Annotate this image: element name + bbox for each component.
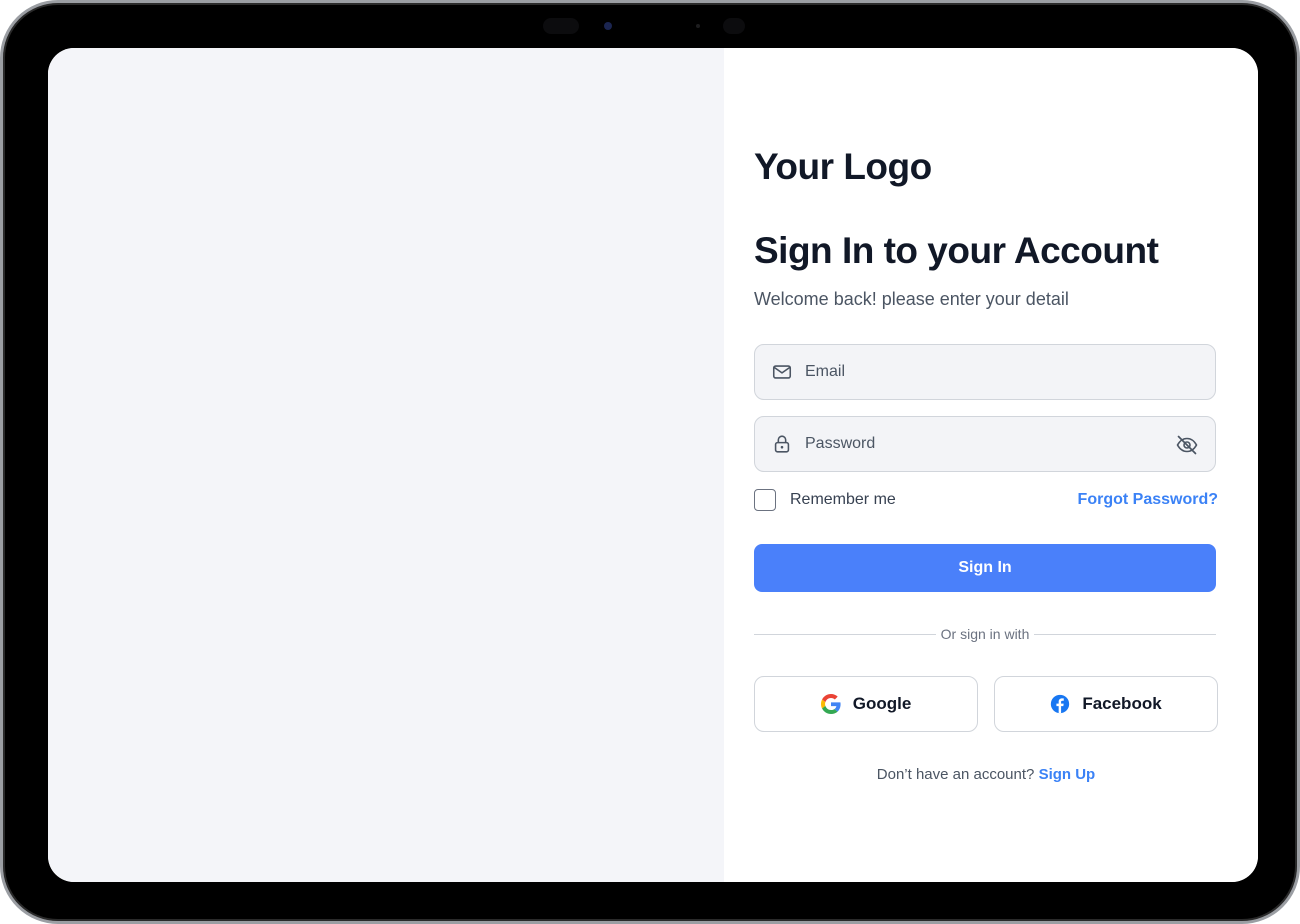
signup-prompt: Don’t have an account? Sign Up: [754, 766, 1218, 783]
sensor-dot: [696, 24, 700, 28]
divider-line: [754, 633, 936, 635]
divider: Or sign in with: [754, 625, 1217, 643]
signin-panel: Your Logo Sign In to your Account Welcom…: [724, 48, 1258, 882]
page-title: Sign In to your Account: [754, 230, 1159, 271]
email-input[interactable]: [805, 345, 1155, 399]
remember-me[interactable]: Remember me: [754, 487, 896, 513]
sensor-pill: [723, 18, 745, 34]
tablet-frame: Your Logo Sign In to your Account Welcom…: [0, 0, 1300, 924]
google-label: Google: [852, 694, 912, 713]
lock-icon: [774, 435, 790, 453]
divider-line: [1034, 633, 1217, 635]
facebook-button[interactable]: Facebook: [994, 676, 1218, 732]
front-camera: [604, 22, 612, 30]
password-field[interactable]: [754, 416, 1216, 472]
signup-text: Don’t have an account?: [876, 766, 1035, 783]
facebook-icon: [1051, 694, 1070, 714]
email-field[interactable]: [754, 344, 1216, 400]
sign-up-link[interactable]: Sign Up: [1039, 766, 1096, 783]
remember-checkbox[interactable]: [754, 489, 776, 511]
left-panel: [48, 48, 724, 882]
page-subtitle: Welcome back! please enter your detail: [754, 289, 1069, 309]
camera-bar: [3, 15, 1297, 37]
sensor-pill: [543, 18, 579, 34]
google-button[interactable]: Google: [754, 676, 978, 732]
screen: Your Logo Sign In to your Account Welcom…: [48, 48, 1258, 882]
facebook-label: Facebook: [1082, 694, 1162, 713]
sign-in-button[interactable]: Sign In: [754, 544, 1216, 592]
mail-icon: [772, 365, 792, 379]
password-input[interactable]: [805, 417, 1155, 471]
logo: Your Logo: [754, 146, 932, 187]
eye-off-icon[interactable]: [1175, 433, 1199, 457]
google-icon: [820, 694, 841, 714]
remember-label: Remember me: [790, 491, 896, 508]
divider-text: Or sign in with: [940, 626, 1030, 642]
forgot-password-link[interactable]: Forgot Password?: [1078, 491, 1218, 509]
